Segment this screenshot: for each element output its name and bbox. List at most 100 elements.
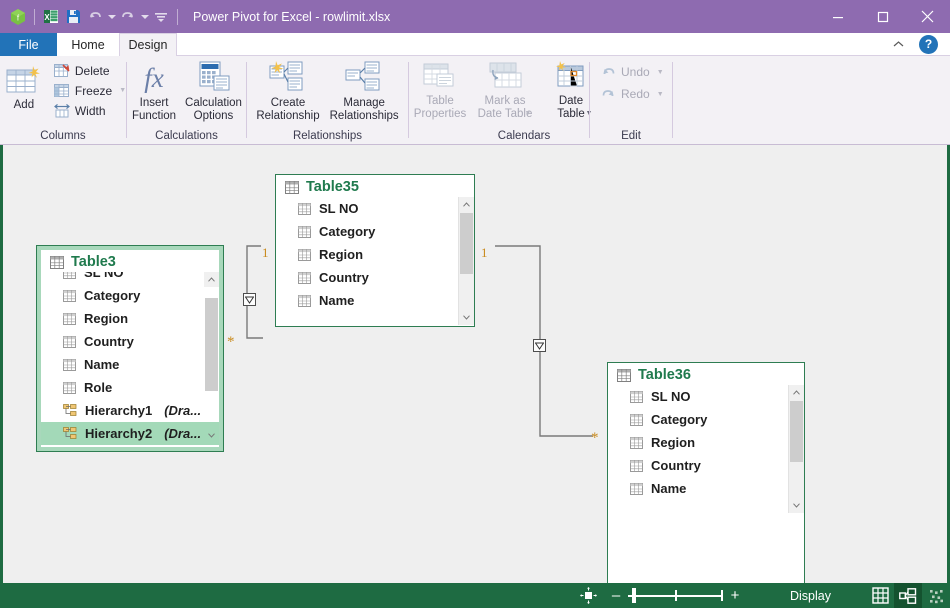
field-sl-no[interactable]: SL NO [608, 385, 804, 408]
excel-icon[interactable]: X [40, 6, 62, 28]
field-label: Country [651, 458, 701, 473]
maximize-button[interactable] [860, 0, 905, 33]
scroll-up-icon[interactable] [789, 385, 804, 400]
relationship-1-direction-arrow[interactable] [243, 293, 256, 306]
table3-header[interactable]: Table3 [41, 250, 219, 272]
create-relationship-button[interactable]: Create Relationship [251, 56, 324, 123]
diagram-view-button[interactable] [894, 583, 922, 608]
scroll-up-icon[interactable] [459, 197, 474, 212]
manage-relationships-button[interactable]: Manage Relationships [325, 56, 404, 123]
zoom-control[interactable]: – + [610, 583, 741, 608]
tab-strip-filler [177, 33, 950, 56]
table-card-table3[interactable]: Table3 SL NO Category Region Country Nam… [36, 245, 224, 452]
group-divider-5 [672, 62, 673, 138]
table36-scroll-thumb[interactable] [790, 401, 803, 462]
create-relationship-icon [269, 61, 303, 91]
undo-dropdown-icon[interactable]: ▼ [657, 69, 664, 76]
table35-field-list[interactable]: SL NO Category Region Country Name [276, 197, 474, 325]
redo-dropdown-icon[interactable]: ▼ [657, 91, 664, 98]
zoom-slider[interactable] [628, 587, 723, 604]
relationship-table35-table36[interactable] [491, 240, 611, 445]
scroll-down-icon[interactable] [204, 428, 219, 443]
table36-field-list[interactable]: SL NO Category Region Country Name [608, 385, 804, 513]
field-category[interactable]: Category [276, 220, 474, 243]
table35-scroll-thumb[interactable] [460, 213, 473, 274]
tab-home[interactable]: Home [57, 33, 119, 56]
redo-icon[interactable] [117, 6, 139, 28]
redo-dropdown-icon[interactable] [139, 6, 150, 28]
field-country[interactable]: Country [608, 454, 804, 477]
data-view-button[interactable] [866, 583, 894, 608]
field-country[interactable]: Country [276, 266, 474, 289]
help-icon[interactable]: ? [919, 35, 938, 54]
table3-field-list[interactable]: SL NO Category Region Country Name Role … [41, 272, 219, 445]
table-card-table36[interactable]: Table36 SL NO Category Region Country Na… [607, 362, 805, 583]
mark-as-date-table-dropdown-icon[interactable]: ▼ [525, 110, 532, 117]
field-hierarchy1[interactable]: Hierarchy1 (Dra... [41, 399, 219, 422]
power-pivot-window: f X Power Pivot for Excel - rowlimit.xls… [0, 0, 950, 608]
table35-header[interactable]: Table35 [276, 175, 474, 197]
delete-column-button[interactable]: Delete [51, 62, 129, 79]
field-label: SL NO [651, 389, 691, 404]
table36-header[interactable]: Table36 [608, 363, 804, 385]
freeze-column-button[interactable]: Freeze ▼ [51, 82, 129, 99]
field-sl-no[interactable]: SL NO [276, 197, 474, 220]
table35-scrollbar[interactable] [458, 197, 474, 325]
field-hierarchy2[interactable]: Hierarchy2 (Dra... [41, 422, 219, 445]
field-label: Region [651, 435, 696, 450]
relationship-2-direction-arrow[interactable] [533, 339, 546, 352]
field-region[interactable]: Region [276, 243, 474, 266]
powerpivot-icon[interactable]: f [7, 6, 29, 28]
table-icon [285, 180, 299, 194]
fit-to-screen-icon[interactable] [580, 587, 597, 604]
field-name[interactable]: Name [41, 353, 219, 376]
tab-file[interactable]: File [0, 33, 57, 56]
calculation-options-button[interactable]: Calculation Options [181, 56, 246, 123]
column-icon [630, 482, 643, 495]
field-role[interactable]: Role [41, 376, 219, 399]
undo-dropdown-icon[interactable] [106, 6, 117, 28]
column-icon [298, 271, 311, 284]
field-name[interactable]: Name [608, 477, 804, 500]
table36-scrollbar[interactable] [788, 385, 804, 513]
undo-icon [603, 68, 615, 75]
column-icon [63, 312, 76, 325]
add-column-button[interactable]: Add [0, 56, 51, 112]
scroll-down-icon[interactable] [459, 310, 474, 325]
scatter-view-button[interactable] [922, 583, 950, 608]
save-icon[interactable] [62, 6, 84, 28]
undo-icon[interactable] [84, 6, 106, 28]
zoom-in-button[interactable]: + [729, 588, 741, 603]
tab-design[interactable]: Design [119, 33, 177, 56]
field-region[interactable]: Region [608, 431, 804, 454]
field-region[interactable]: Region [41, 307, 219, 330]
zoom-out-button[interactable]: – [610, 588, 622, 603]
table3-scroll-thumb[interactable] [205, 298, 218, 391]
insert-function-button[interactable]: fx Insert Function [127, 56, 181, 123]
field-name[interactable]: Name [276, 289, 474, 312]
table-card-table35[interactable]: Table35 SL NO Category Region Country Na… [275, 174, 475, 327]
customize-qat-icon[interactable] [150, 6, 172, 28]
field-category[interactable]: Category [41, 284, 219, 307]
table-properties-label: Table Properties [413, 95, 467, 120]
scroll-up-icon[interactable] [204, 272, 219, 287]
field-sl-no[interactable]: SL NO [41, 272, 219, 284]
quick-access-toolbar: f X [0, 6, 183, 28]
table3-scrollbar[interactable] [204, 272, 219, 445]
manage-relationships-icon [345, 61, 380, 91]
scroll-down-icon[interactable] [789, 498, 804, 513]
mark-as-date-table-icon [489, 62, 522, 88]
field-country[interactable]: Country [41, 330, 219, 353]
close-button[interactable] [905, 0, 950, 33]
table-properties-button[interactable]: Table Properties [413, 56, 467, 121]
diagram-canvas[interactable]: 1 * 1 * Table35 SL NO Category Region Co… [0, 145, 950, 583]
field-category[interactable]: Category [608, 408, 804, 431]
minimize-button[interactable] [815, 0, 860, 33]
redo-button[interactable]: Redo ▼ [598, 86, 667, 102]
undo-button[interactable]: Undo ▼ [598, 64, 667, 80]
zoom-slider-thumb[interactable] [632, 588, 636, 603]
mark-as-date-table-button[interactable]: Mark as Date Table ▼ [467, 56, 543, 120]
field-label: Role [84, 380, 113, 395]
chevron-up-icon[interactable] [890, 38, 906, 52]
column-width-button[interactable]: Width [51, 102, 129, 119]
